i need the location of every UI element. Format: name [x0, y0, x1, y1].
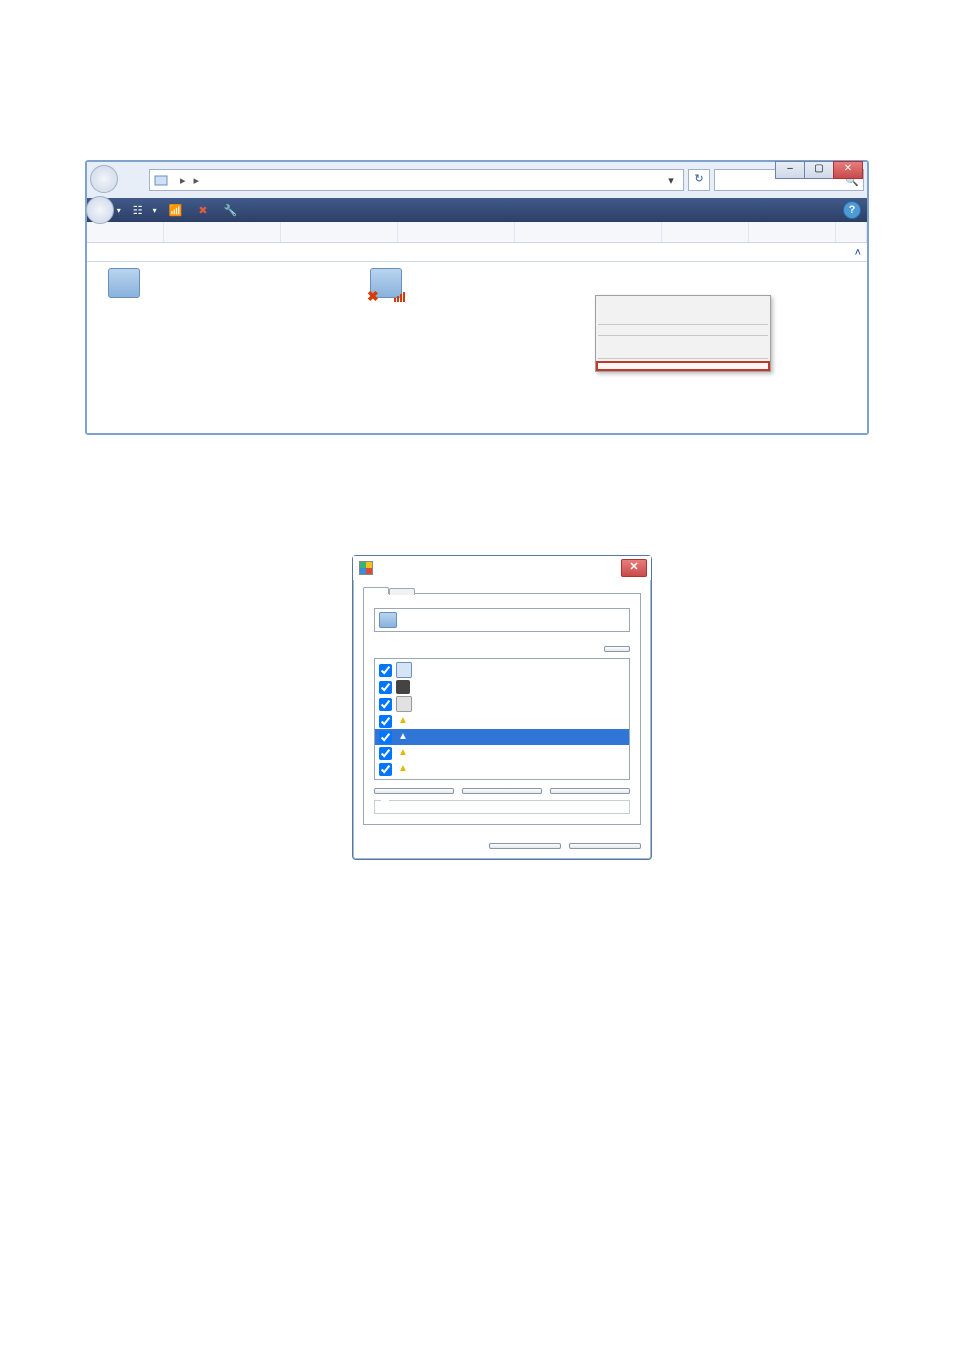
item-properties-button[interactable]	[550, 788, 630, 794]
diagnose-icon: 🔧	[224, 204, 238, 217]
col-connectivity[interactable]	[398, 222, 515, 242]
connect-icon: 📶	[169, 204, 183, 217]
item-checkbox[interactable]	[379, 731, 392, 744]
chevron-icon[interactable]: ▸	[180, 174, 186, 187]
back-button[interactable]	[90, 165, 118, 193]
views-menu[interactable]: ☷	[133, 204, 157, 217]
install-button[interactable]	[374, 788, 454, 794]
item-client-ms-networks[interactable]	[375, 661, 629, 679]
folder-icon	[154, 173, 168, 187]
diagnose-connection-button[interactable]: 🔧	[224, 204, 242, 217]
nav-back-forward[interactable]	[90, 165, 145, 195]
scheduler-icon	[396, 680, 410, 694]
col-status[interactable]	[164, 222, 281, 242]
disable-icon: ✖	[198, 204, 207, 217]
item-checkbox[interactable]	[379, 715, 392, 728]
ctx-properties[interactable]	[596, 361, 770, 371]
window-controls: – ▢ ✕	[776, 161, 863, 179]
shield-icon	[359, 561, 373, 575]
help-button[interactable]: ?	[843, 201, 861, 219]
connection-item-lan[interactable]	[107, 266, 357, 300]
connection-properties-dialog: ✕	[352, 555, 652, 860]
col-phone[interactable]	[836, 222, 867, 242]
ctx-bridge[interactable]	[598, 327, 768, 333]
item-checkbox[interactable]	[379, 664, 392, 677]
networking-panel: ▲ ▲ ▲ ▲	[363, 593, 641, 825]
command-bar: 📄 ☷ 📶 ✖ 🔧 ?	[87, 198, 867, 222]
item-checkbox[interactable]	[379, 747, 392, 760]
item-checkbox[interactable]	[379, 681, 392, 694]
minimize-button[interactable]: –	[775, 161, 805, 179]
item-checkbox[interactable]	[379, 698, 392, 711]
item-ipv6[interactable]: ▲	[375, 713, 629, 729]
signal-bars-icon	[394, 292, 405, 302]
connections-list: ˄ ✖	[87, 243, 867, 433]
refresh-button[interactable]: ↻	[688, 169, 710, 191]
ctx-separator	[598, 335, 768, 336]
uninstall-button	[462, 788, 542, 794]
ctx-rename[interactable]	[598, 350, 768, 356]
col-category[interactable]	[515, 222, 662, 242]
dialog-titlebar: ✕	[353, 556, 651, 580]
item-qos-scheduler[interactable]	[375, 679, 629, 695]
ctx-diagnose[interactable]	[598, 316, 768, 322]
protocol-icon: ▲	[396, 762, 410, 776]
wireless-icon: ✖	[369, 266, 403, 300]
description-box	[374, 800, 630, 814]
protocol-icon: ▲	[396, 714, 410, 728]
col-device[interactable]	[281, 222, 398, 242]
col-owner[interactable]	[662, 222, 749, 242]
views-icon: ☷	[133, 204, 143, 217]
tab-sharing[interactable]	[389, 588, 415, 595]
disable-device-button[interactable]: ✖	[198, 204, 211, 217]
lan-icon	[107, 266, 141, 300]
item-lltd-responder[interactable]: ▲	[375, 761, 629, 777]
close-button[interactable]: ✕	[833, 161, 863, 179]
chevron-icon[interactable]: ▸	[194, 174, 200, 187]
col-type[interactable]	[749, 222, 836, 242]
cancel-button[interactable]	[569, 843, 641, 849]
maximize-button[interactable]: ▢	[804, 161, 834, 179]
connection-items-list[interactable]: ▲ ▲ ▲ ▲	[374, 658, 630, 780]
breadcrumb[interactable]: ▸ ▸ ▾	[149, 169, 684, 191]
ok-button[interactable]	[489, 843, 561, 849]
breadcrumb-dropdown[interactable]: ▾	[663, 174, 679, 187]
address-bar-row: ▸ ▸ ▾ ↻ 🔍	[87, 162, 867, 198]
item-checkbox[interactable]	[379, 763, 392, 776]
collapse-icon[interactable]: ˄	[855, 247, 861, 259]
item-lltd-mapper[interactable]: ▲	[375, 745, 629, 761]
adapter-field[interactable]	[374, 608, 630, 632]
printer-icon	[396, 696, 412, 712]
ctx-separator	[598, 358, 768, 359]
dialog-footer	[353, 835, 651, 859]
tab-strip	[363, 586, 641, 593]
column-headers	[87, 222, 867, 243]
adapter-icon	[379, 612, 397, 628]
ctx-separator	[598, 324, 768, 325]
protocol-icon: ▲	[396, 746, 410, 760]
disconnected-x-icon: ✖	[367, 288, 381, 302]
group-header[interactable]: ˄	[87, 243, 867, 262]
item-file-printer-sharing[interactable]	[375, 695, 629, 713]
forward-button[interactable]	[86, 196, 114, 224]
item-ipv4[interactable]: ▲	[375, 729, 629, 745]
tab-networking[interactable]	[363, 587, 389, 594]
configure-button[interactable]	[604, 646, 630, 652]
protocol-icon: ▲	[396, 730, 410, 744]
close-button[interactable]: ✕	[621, 559, 647, 577]
context-menu	[595, 295, 771, 372]
connection-item-wireless[interactable]: ✖	[369, 266, 619, 300]
connect-to-button[interactable]: 📶	[169, 204, 187, 217]
network-connections-window: – ▢ ✕ ▸ ▸ ▾ ↻ 🔍 📄 ☷	[85, 160, 869, 435]
client-icon	[396, 662, 412, 678]
